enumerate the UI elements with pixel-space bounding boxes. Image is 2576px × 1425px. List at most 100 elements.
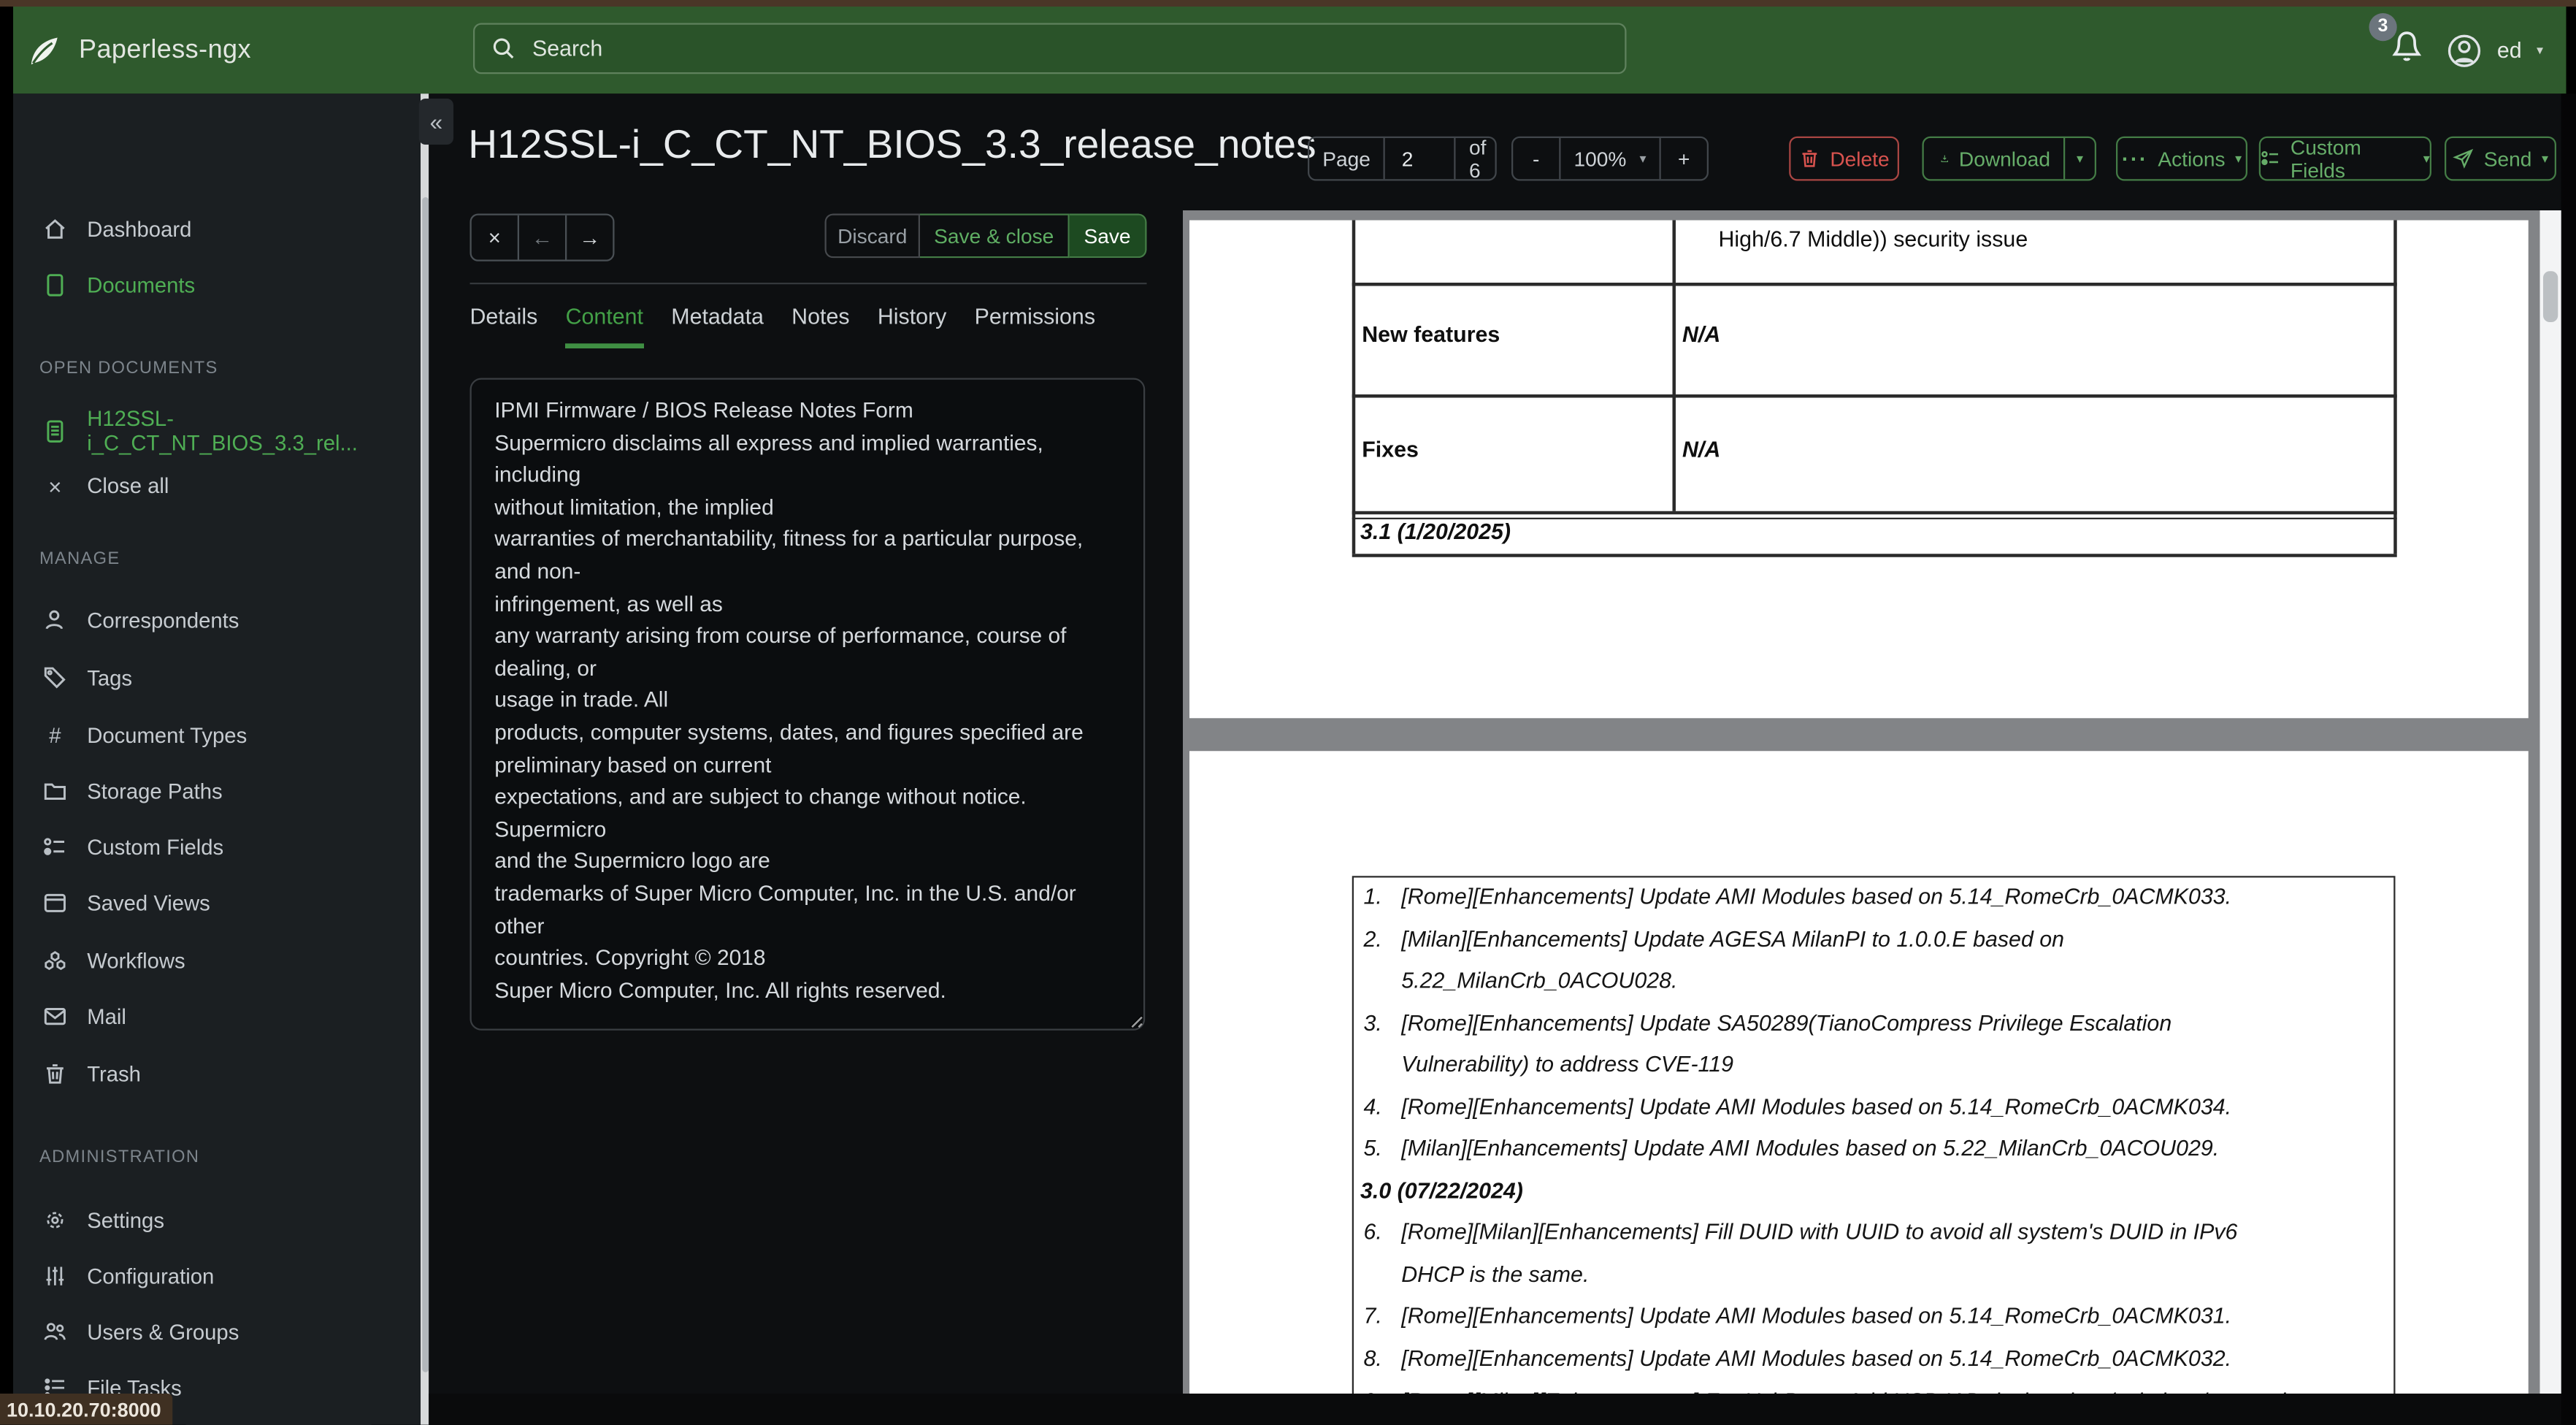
page-navigation-group: Page of 6 <box>1308 137 1497 181</box>
caret-down-icon: ▾ <box>2542 152 2548 165</box>
pdf-row-label: Fixes <box>1362 438 1419 462</box>
sidebar-item-correspondents[interactable]: Correspondents <box>13 597 421 643</box>
zoom-in-button[interactable]: + <box>1661 138 1707 179</box>
page-input[interactable] <box>1398 145 1441 172</box>
tab-content[interactable]: Content <box>566 304 643 348</box>
collapse-sidebar-button[interactable]: « <box>419 99 453 145</box>
search-input[interactable] <box>529 34 1609 62</box>
zoom-control-group: - 100% ▾ + <box>1511 137 1709 181</box>
download-dropdown-caret[interactable]: ▾ <box>2063 138 2095 179</box>
previous-document-button[interactable]: ← <box>518 215 565 260</box>
brand[interactable]: Paperless-ngx <box>26 32 251 69</box>
open-document-label: H12SSL-i_C_CT_NT_BIOS_3.3_rel... <box>87 406 421 456</box>
list-number: 8. <box>1364 1346 1402 1371</box>
list-number: 9. <box>1364 1388 1402 1394</box>
list-item: DHCP is the same. <box>1401 1262 1589 1287</box>
home-icon <box>43 216 68 241</box>
table-border <box>1352 554 2397 556</box>
sidebar-open-document[interactable]: H12SSL-i_C_CT_NT_BIOS_3.3_rel... <box>13 408 421 454</box>
sidebar-item-workflows[interactable]: Workflows <box>13 937 421 983</box>
notification-badge: 3 <box>2369 12 2396 40</box>
sidebar-item-trash[interactable]: Trash <box>13 1050 421 1096</box>
sidebar-item-settings[interactable]: Settings <box>13 1196 421 1242</box>
gear-icon <box>43 1207 68 1232</box>
search-bar[interactable] <box>473 23 1627 75</box>
zoom-caret-icon: ▾ <box>1639 152 1646 165</box>
send-icon <box>2453 148 2474 169</box>
actions-button[interactable]: ··· Actions ▾ <box>2116 137 2247 181</box>
sidebar-item-tags[interactable]: Tags <box>13 654 421 700</box>
caret-down-icon: ▾ <box>2077 152 2083 165</box>
notifications-button[interactable]: 3 <box>2388 26 2431 75</box>
sidebar-item-storage-paths[interactable]: Storage Paths <box>13 768 421 814</box>
content-textarea[interactable]: IPMI Firmware / BIOS Release Notes Form … <box>470 378 1146 1031</box>
sidebar-close-all[interactable]: × Close all <box>13 462 421 508</box>
sidebar-item-dashboard[interactable]: Dashboard <box>13 205 421 251</box>
pdf-row-value: N/A <box>1682 438 1720 462</box>
pdf-preview: High/6.7 Middle)) security issue New fea… <box>1183 210 2561 1394</box>
send-button[interactable]: Send ▾ <box>2445 137 2556 181</box>
sidebar-item-configuration[interactable]: Configuration <box>13 1253 421 1299</box>
page-total-label: of 6 <box>1456 138 1499 179</box>
list-number: 1. <box>1364 885 1402 909</box>
username[interactable]: ed <box>2497 38 2522 63</box>
pdf-scrollbar-track[interactable] <box>2540 210 2561 1394</box>
tab-notes[interactable]: Notes <box>791 304 849 348</box>
list-item: [Rome][Milan][Enhancements] For UsbBus-e… <box>1401 1388 2285 1394</box>
custom-fields-icon <box>43 834 68 859</box>
sidebar-item-users-groups[interactable]: Users & Groups <box>13 1308 421 1354</box>
pdf-scrollbar-thumb[interactable] <box>2543 271 2558 322</box>
list-number: 6. <box>1364 1220 1402 1245</box>
navbar: Paperless-ngx 3 ed ▾ <box>13 7 2567 93</box>
tab-permissions[interactable]: Permissions <box>975 304 1095 348</box>
next-document-button[interactable]: → <box>565 215 613 260</box>
download-button[interactable]: Download ▾ <box>1923 137 2097 181</box>
tab-details[interactable]: Details <box>470 304 538 348</box>
search-icon <box>491 37 516 61</box>
close-all-label: Close all <box>87 473 169 497</box>
document-nav-group: × ← → <box>470 214 615 261</box>
sidebar-scrollbar-thumb[interactable] <box>421 197 428 1372</box>
file-icon <box>43 272 68 297</box>
save-button[interactable]: Save <box>1070 214 1147 259</box>
delete-label: Delete <box>1830 147 1889 170</box>
save-and-close-button[interactable]: Save & close <box>920 214 1070 259</box>
sidebar-item-custom-fields[interactable]: Custom Fields <box>13 823 421 869</box>
list-number: 3. <box>1364 1011 1402 1036</box>
close-document-button[interactable]: × <box>472 215 518 260</box>
pdf-page-2: 1.[Rome][Enhancements] Update AMI Module… <box>1189 751 2529 1394</box>
zoom-out-button[interactable]: - <box>1513 138 1559 179</box>
tab-history[interactable]: History <box>878 304 947 348</box>
status-url-tooltip: 10.10.20.70:8000 <box>0 1394 172 1425</box>
sidebar-item-mail[interactable]: Mail <box>13 993 421 1039</box>
app-window: Paperless-ngx 3 ed ▾ Dashboard <box>0 0 2576 1425</box>
file-text-icon <box>43 419 68 443</box>
delete-button[interactable]: Delete <box>1789 137 1899 181</box>
discard-button[interactable]: Discard <box>825 214 921 259</box>
sidebar-item-saved-views[interactable]: Saved Views <box>13 879 421 925</box>
pdf-version-row: 3.1 (1/20/2025) <box>1360 519 1511 544</box>
table-border <box>1352 511 2397 513</box>
sidebar-item-label: Tags <box>87 665 132 689</box>
hash-icon: # <box>43 722 68 747</box>
window-right-edge <box>2561 93 2576 1425</box>
user-menu-caret-icon[interactable]: ▾ <box>2537 44 2543 57</box>
page-title: H12SSL-i_C_CT_NT_BIOS_3.3_release_notes <box>468 123 1316 169</box>
sidebar-item-label: Saved Views <box>87 890 210 914</box>
pdf-version-heading: 3.0 (07/22/2024) <box>1360 1178 1523 1203</box>
sidebar-item-documents[interactable]: Documents <box>13 261 421 307</box>
bottom-strip <box>429 1394 2561 1425</box>
sidebar-item-document-types[interactable]: # Document Types <box>13 711 421 757</box>
people-icon <box>43 1319 68 1344</box>
administration-header: ADMINISTRATION <box>39 1147 199 1167</box>
tab-metadata[interactable]: Metadata <box>671 304 764 348</box>
custom-fields-button[interactable]: Custom Fields ▾ <box>2259 137 2431 181</box>
zoom-level-dropdown[interactable]: 100% ▾ <box>1559 138 1661 179</box>
list-number: 5. <box>1364 1136 1402 1161</box>
list-item: [Milan][Enhancements] Update AGESA Milan… <box>1401 927 2064 952</box>
table-border <box>1352 283 2397 285</box>
sidebar-item-label: Users & Groups <box>87 1319 239 1344</box>
dots-icon: ··· <box>2122 146 2148 171</box>
zoom-value: 100% <box>1574 147 1627 170</box>
user-avatar-icon[interactable] <box>2446 32 2483 69</box>
